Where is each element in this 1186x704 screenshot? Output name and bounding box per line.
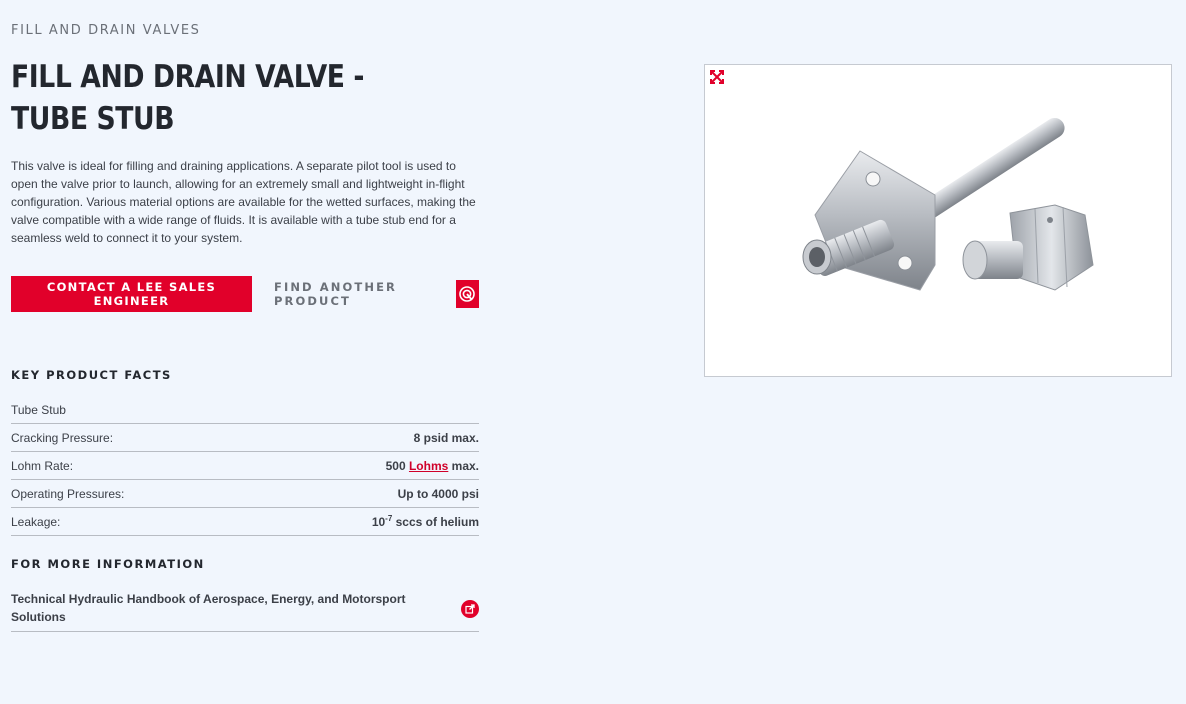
lohms-link[interactable]: Lohms xyxy=(409,459,448,473)
fact-value-base: 10 xyxy=(371,515,386,529)
handbook-link[interactable]: Technical Hydraulic Handbook of Aerospac… xyxy=(11,590,411,626)
fact-row-lohm-rate: Lohm Rate: 500 Lohms max. xyxy=(11,452,479,480)
fact-row-cracking-pressure: Cracking Pressure: 8 psid max. xyxy=(11,424,479,452)
fact-value-prefix: 500 xyxy=(385,458,409,473)
fact-label: Leakage: xyxy=(11,514,61,529)
search-target-icon[interactable] xyxy=(455,280,479,308)
fact-value-suffix: sccs of helium xyxy=(392,515,479,529)
fact-row-operating-pressures: Operating Pressures: Up to 4000 psi xyxy=(11,480,479,508)
find-another-product-link[interactable]: FIND ANOTHER PRODUCT xyxy=(274,280,479,308)
key-facts-table: Tube Stub Cracking Pressure: 8 psid max.… xyxy=(11,396,479,536)
product-image-panel xyxy=(704,64,1172,377)
contact-sales-button[interactable]: CONTACT A LEE SALES ENGINEER xyxy=(11,276,252,312)
product-description: This valve is ideal for filling and drai… xyxy=(11,159,476,245)
fact-row-type: Tube Stub xyxy=(11,396,479,424)
fact-row-leakage: Leakage: 10-7 sccs of helium xyxy=(11,508,479,536)
key-facts-heading: KEY PRODUCT FACTS xyxy=(11,368,172,382)
fact-label: Cracking Pressure: xyxy=(11,430,114,445)
handbook-link-row[interactable]: Technical Hydraulic Handbook of Aerospac… xyxy=(11,588,479,632)
external-link-icon[interactable] xyxy=(461,600,479,618)
fact-value: 10-7 sccs of helium xyxy=(372,514,479,529)
page-title: FILL AND DRAIN VALVE - TUBE STUB xyxy=(11,59,365,137)
fact-type-label: Tube Stub xyxy=(11,402,66,417)
fact-value: 500 Lohms max. xyxy=(386,459,479,473)
fact-value: 8 psid max. xyxy=(413,430,479,445)
find-another-product-label: FIND ANOTHER PRODUCT xyxy=(274,280,397,308)
breadcrumb[interactable]: FILL AND DRAIN VALVES xyxy=(11,23,201,38)
fact-label: Lohm Rate: xyxy=(11,458,74,473)
fact-value-suffix: max. xyxy=(448,458,479,473)
fact-label: Operating Pressures: xyxy=(11,486,125,501)
more-info-heading: FOR MORE INFORMATION xyxy=(11,557,205,571)
fact-value: Up to 4000 psi xyxy=(397,486,479,501)
valve-product-image xyxy=(802,117,1094,291)
